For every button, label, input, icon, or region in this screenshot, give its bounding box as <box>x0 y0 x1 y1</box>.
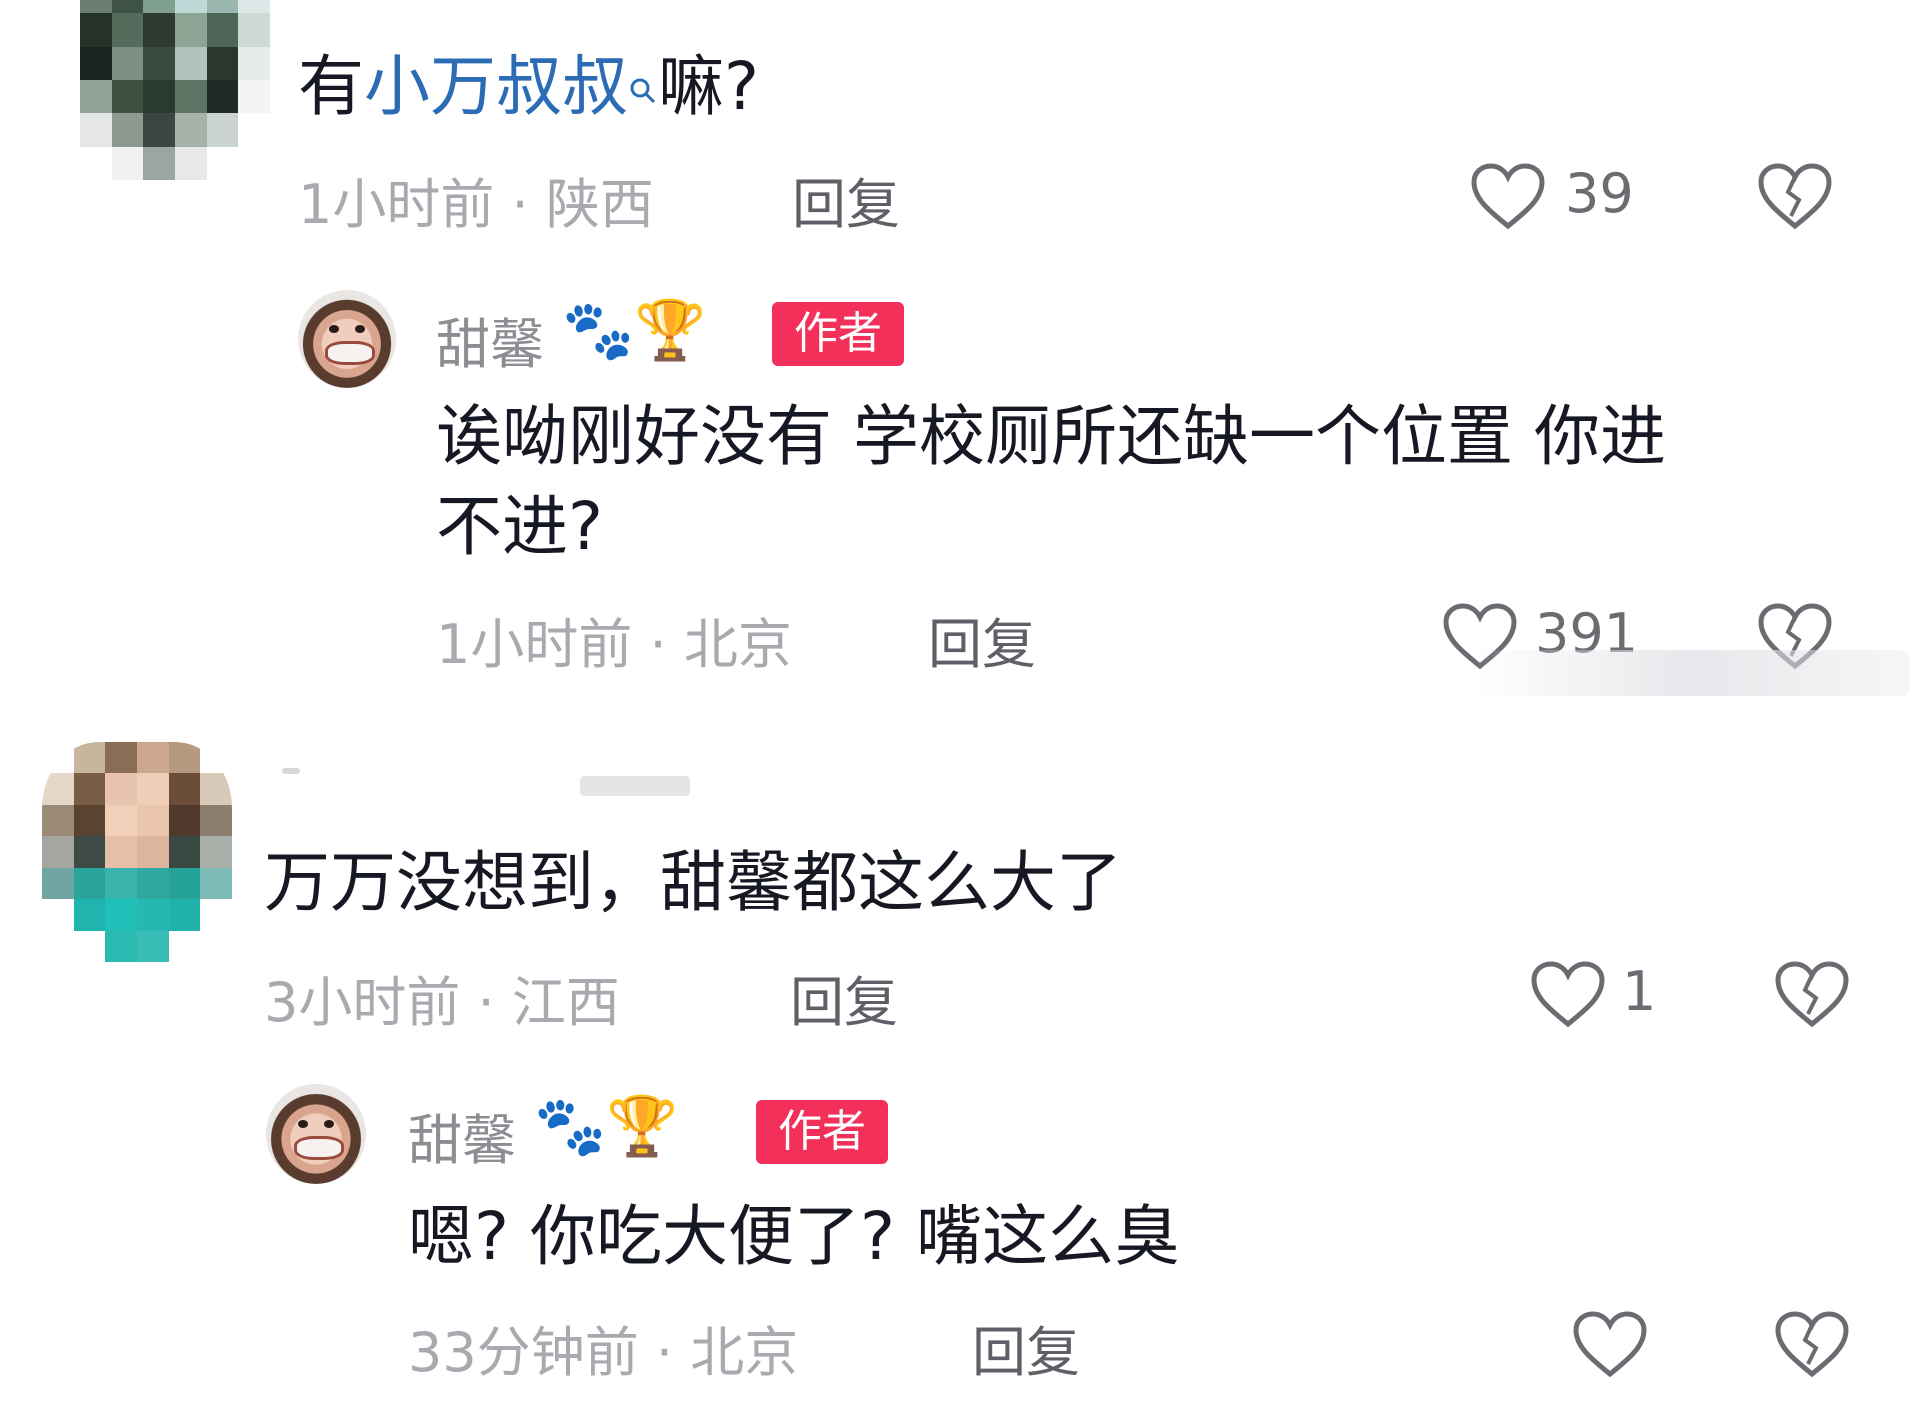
avatar[interactable] <box>266 1084 366 1184</box>
broken-heart-icon[interactable] <box>1772 958 1852 1034</box>
reply-button[interactable]: 回复 <box>972 1308 1080 1387</box>
reply-text-line1: 诶呦刚好没有 学校厕所还缺一个位置 你进 <box>436 398 1666 475</box>
badge-emojis: 🐾🏆 <box>562 296 707 364</box>
comment-text: 有小万叔叔 嘛? <box>298 42 759 142</box>
author-badge: 作者 <box>756 1100 888 1164</box>
author-badge: 作者 <box>772 302 904 366</box>
badge-emojis: 🐾🏆 <box>534 1092 679 1160</box>
search-icon <box>628 52 658 142</box>
keyword-link[interactable]: 小万叔叔 <box>364 48 658 125</box>
avatar-pixelated[interactable] <box>42 742 232 962</box>
avatar[interactable] <box>298 290 396 388</box>
reply-text-line2: 不进? <box>436 488 604 565</box>
comment-time-location: 3小时前 · 江西 <box>264 971 620 1034</box>
reply-button[interactable]: 回复 <box>792 160 900 239</box>
heart-outline-icon[interactable] <box>1570 1308 1650 1384</box>
broken-heart-icon[interactable] <box>1772 1308 1852 1384</box>
reply-time-location: 33分钟前 · 北京 <box>408 1321 799 1384</box>
username-blurred[interactable] <box>282 768 300 774</box>
watermark <box>1470 650 1910 696</box>
like-count: 39 <box>1565 162 1634 225</box>
username-blurred-tail <box>580 776 690 796</box>
reply-button[interactable]: 回复 <box>928 600 1036 679</box>
reply-button[interactable]: 回复 <box>790 958 898 1037</box>
like-count: 1 <box>1622 960 1657 1023</box>
heart-outline-icon[interactable] <box>1528 958 1608 1034</box>
comment-text: 万万没想到，甜馨都这么大了 <box>264 844 1122 921</box>
username[interactable]: 甜馨 <box>436 300 544 379</box>
broken-heart-icon[interactable] <box>1755 160 1835 236</box>
heart-outline-icon[interactable] <box>1468 160 1548 236</box>
reply-text: 嗯? 你吃大便了? 嘴这么臭 <box>408 1198 1181 1275</box>
avatar-pixelated[interactable] <box>80 0 270 180</box>
username[interactable]: 甜馨 <box>408 1096 516 1175</box>
reply-time-location: 1小时前 · 北京 <box>436 613 792 676</box>
comment-time-location: 1小时前 · 陕西 <box>298 173 654 236</box>
